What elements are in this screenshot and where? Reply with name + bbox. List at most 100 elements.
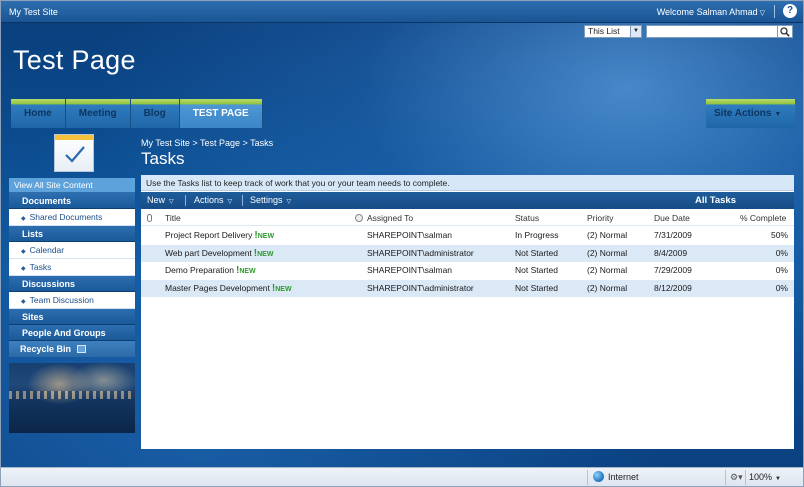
breadcrumb[interactable]: My Test Site > Test Page > Tasks bbox=[141, 138, 273, 148]
ql-header-sites[interactable]: Sites bbox=[9, 309, 135, 325]
recycle-bin-label: Recycle Bin bbox=[20, 344, 72, 354]
table-row[interactable]: Master Pages Development !NEW SHAREPOINT\… bbox=[141, 279, 794, 298]
chevron-down-icon: ▽ bbox=[227, 199, 233, 205]
new-label: New bbox=[147, 195, 166, 205]
attachment-icon bbox=[147, 214, 152, 222]
ql-item-tasks[interactable]: ◆ Tasks bbox=[9, 259, 135, 276]
site-link[interactable]: My Test Site bbox=[9, 7, 58, 17]
site-actions-menu[interactable]: Site Actions ▼ bbox=[706, 99, 795, 128]
assigned-to-link[interactable]: SHAREPOINT\administrator bbox=[367, 245, 474, 263]
assigned-to-link[interactable]: SHAREPOINT\salman bbox=[367, 227, 452, 245]
recycle-bin-icon bbox=[77, 345, 87, 353]
view-selector[interactable]: All Tasks bbox=[695, 192, 736, 209]
task-title: Master Pages Development bbox=[165, 282, 270, 293]
new-label: NEW bbox=[257, 250, 274, 258]
ql-item-label: Team Discussion bbox=[29, 295, 94, 305]
zone-label: Internet bbox=[608, 472, 639, 482]
global-top-bar: My Test Site Welcome Salman Ahmad ▽ ? bbox=[1, 1, 803, 23]
new-label: NEW bbox=[257, 233, 275, 240]
column-header-due-date[interactable]: Due Date bbox=[654, 210, 690, 226]
assigned-to-link[interactable]: SHAREPOINT\administrator bbox=[367, 280, 474, 298]
percent-complete-cell: 0% bbox=[775, 247, 788, 258]
new-label: NEW bbox=[275, 285, 292, 293]
dropdown-arrow-icon: ▼ bbox=[630, 26, 641, 37]
bullet-icon: ◆ bbox=[21, 299, 26, 305]
column-header-title[interactable]: Title bbox=[165, 210, 181, 226]
new-badge: !NEW bbox=[271, 282, 292, 294]
task-title: Web part Development bbox=[165, 247, 252, 258]
assigned-to-link[interactable]: SHAREPOINT\salman bbox=[367, 262, 452, 280]
chevron-down-icon: ▼ bbox=[775, 476, 781, 482]
status-cell: Not Started bbox=[515, 247, 558, 258]
tab-test-page[interactable]: TEST PAGE bbox=[179, 99, 263, 128]
search-input[interactable] bbox=[646, 25, 778, 38]
task-title-link[interactable]: Project Report Delivery !NEW bbox=[165, 227, 274, 245]
search-scope-select[interactable]: This List ▼ bbox=[584, 25, 642, 38]
task-title: Project Report Delivery bbox=[165, 230, 253, 240]
ql-item-label: Calendar bbox=[29, 245, 65, 255]
page-title: Tasks bbox=[141, 149, 185, 168]
bullet-icon: ◆ bbox=[21, 266, 26, 272]
search-button[interactable] bbox=[778, 25, 793, 38]
chevron-down-icon: ▽ bbox=[286, 199, 292, 205]
task-title-link[interactable]: Web part Development !NEW bbox=[165, 245, 273, 263]
ql-header-documents[interactable]: Documents bbox=[9, 193, 135, 209]
new-badge: !NEW bbox=[254, 230, 275, 241]
toolbar-divider bbox=[185, 195, 186, 206]
priority-cell: (2) Normal bbox=[587, 282, 628, 293]
toolbar-divider bbox=[242, 195, 243, 206]
settings-label: Settings bbox=[250, 195, 283, 205]
tab-home[interactable]: Home bbox=[11, 99, 66, 128]
ql-item-label: Shared Documents bbox=[29, 212, 103, 222]
tab-label: TEST PAGE bbox=[192, 108, 249, 119]
due-date-cell: 7/31/2009 bbox=[654, 230, 692, 240]
chevron-down-icon: ▽ bbox=[169, 199, 174, 205]
priority-cell: (2) Normal bbox=[587, 247, 628, 258]
search-icon bbox=[780, 27, 790, 37]
task-title-link[interactable]: Master Pages Development !NEW bbox=[165, 280, 292, 298]
view-all-site-content-link[interactable]: View All Site Content bbox=[9, 178, 135, 193]
table-row[interactable]: Project Report Delivery !NEW SHAREPOINT\s… bbox=[141, 227, 794, 245]
due-date-cell: 8/4/2009 bbox=[654, 247, 688, 258]
task-title: Demo Preparation bbox=[165, 265, 234, 275]
column-header-status[interactable]: Status bbox=[515, 210, 539, 226]
recycle-bin-link[interactable]: Recycle Bin bbox=[9, 341, 135, 357]
ql-item-label: Tasks bbox=[29, 262, 52, 272]
ql-header-people-and-groups[interactable]: People And Groups bbox=[9, 325, 135, 341]
new-menu-button[interactable]: New ▽ bbox=[147, 192, 174, 209]
ql-item-shared-documents[interactable]: ◆ Shared Documents bbox=[9, 209, 135, 226]
task-title-link[interactable]: Demo Preparation !NEW bbox=[165, 262, 256, 280]
zoom-control[interactable]: 100% ▼ bbox=[749, 472, 781, 482]
list-view: Use the Tasks list to keep track of work… bbox=[141, 175, 794, 449]
status-divider bbox=[587, 470, 588, 485]
chevron-down-icon: ▼ bbox=[774, 111, 782, 118]
settings-menu-button[interactable]: Settings ▽ bbox=[250, 192, 291, 209]
table-row[interactable]: Demo Preparation !NEW SHAREPOINT\salman N… bbox=[141, 262, 794, 280]
bullet-icon: ◆ bbox=[21, 216, 26, 222]
top-navigation: Home Meeting Blog TEST PAGE Site Actions… bbox=[11, 99, 795, 128]
column-headers: Title Assigned To Status Priority Due Da… bbox=[141, 210, 794, 226]
security-zone[interactable]: Internet bbox=[593, 471, 639, 482]
percent-complete-cell: 0% bbox=[775, 282, 788, 293]
ql-item-team-discussion[interactable]: ◆ Team Discussion bbox=[9, 292, 135, 309]
tab-label: Blog bbox=[143, 108, 166, 119]
ql-item-calendar[interactable]: ◆ Calendar bbox=[9, 242, 135, 259]
ql-header-discussions[interactable]: Discussions bbox=[9, 276, 135, 292]
site-actions-label: Site Actions bbox=[714, 108, 772, 119]
actions-menu-button[interactable]: Actions ▽ bbox=[194, 192, 232, 209]
column-header-priority[interactable]: Priority bbox=[587, 210, 613, 226]
protected-mode-icon[interactable]: ⚙▾ bbox=[730, 472, 743, 483]
tab-meeting[interactable]: Meeting bbox=[65, 99, 131, 128]
tasks-checkmark-icon bbox=[54, 134, 94, 172]
status-cell: Not Started bbox=[515, 282, 558, 293]
ql-header-lists[interactable]: Lists bbox=[9, 226, 135, 242]
tab-blog[interactable]: Blog bbox=[130, 99, 180, 128]
column-header-assigned-to[interactable]: Assigned To bbox=[367, 210, 413, 226]
column-header-percent-complete[interactable]: % Complete bbox=[740, 210, 786, 226]
table-row[interactable]: Web part Development !NEW SHAREPOINT\admi… bbox=[141, 244, 794, 263]
site-title[interactable]: Test Page bbox=[13, 45, 136, 76]
welcome-menu[interactable]: Welcome Salman Ahmad ▽ bbox=[657, 7, 765, 17]
status-cell: Not Started bbox=[515, 265, 558, 275]
help-icon[interactable]: ? bbox=[783, 4, 797, 18]
percent-complete-cell: 50% bbox=[770, 230, 788, 240]
